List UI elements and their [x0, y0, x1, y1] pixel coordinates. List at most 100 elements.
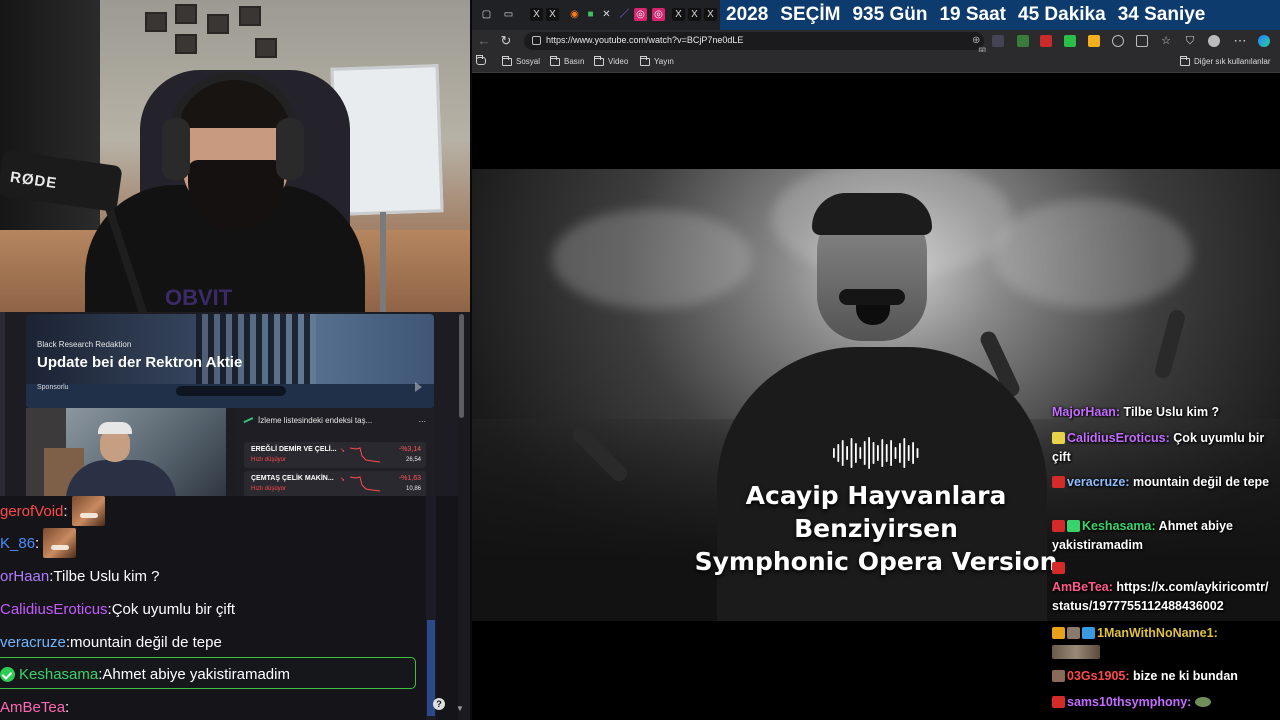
stock-name: EREĞLİ DEMİR VE ÇELİ... [251, 446, 337, 453]
chat-username[interactable]: K_86 [0, 535, 35, 552]
chat-badge-icon [1082, 627, 1095, 639]
shield-icon[interactable]: ⛉ [1182, 33, 1198, 49]
extension-icon-3[interactable] [1040, 35, 1052, 47]
scroll-down-icon[interactable]: ▼ [456, 704, 464, 713]
tab-favicon-green[interactable]: ■ [584, 8, 597, 21]
x-tab-icon[interactable]: X [688, 8, 701, 21]
chat-badge-icon [1052, 627, 1065, 639]
more-menu-icon[interactable]: ⋯ [1232, 33, 1248, 49]
chat-username[interactable]: veracruze [0, 634, 66, 651]
extensions-puzzle-icon[interactable] [1136, 35, 1148, 47]
overlay-chat-message: MajorHaan: Tilbe Uslu kim ? [1052, 403, 1274, 422]
webcam-feed: RØDE OBVIT [0, 0, 470, 312]
play-icon[interactable] [415, 382, 422, 392]
whiteboard-stand [380, 212, 386, 312]
refresh-ext-icon[interactable] [1112, 35, 1124, 47]
workspaces-icon[interactable]: ▢ [480, 8, 493, 21]
overlay-message-text: bize ne ki bundan [1133, 669, 1238, 683]
chat-username[interactable]: gerofVoid [0, 503, 63, 520]
overlay-message-text: Tilbe Uslu kim ? [1123, 405, 1220, 419]
extension-icon-5[interactable] [1088, 35, 1100, 47]
bookmark-basin[interactable]: Basın [550, 55, 584, 66]
chat-message: gerofVoid: [0, 496, 105, 526]
stock-name: ÇEMTAŞ ÇELİK MAKİN... [251, 475, 334, 482]
chat-text: Çok uyumlu bir çift [111, 600, 236, 618]
stock-change: -%1,63 [398, 475, 421, 482]
news-feed: Black Research Redaktion Update bei der … [0, 312, 458, 496]
countdown-hours: 19 Saat [939, 4, 1006, 25]
chat-badge-icon [1052, 432, 1065, 444]
chat-badge-icon [1052, 696, 1065, 708]
headphone-cup-left [162, 118, 190, 180]
stock-price: 10,86 [405, 486, 421, 492]
app-available-icon[interactable]: ⊕ [972, 35, 980, 46]
x-tab-icon[interactable]: X [672, 8, 685, 21]
reload-icon[interactable]: ↻ [498, 33, 514, 49]
watchlist-row[interactable]: ÇEMTAŞ ÇELİK MAKİN... Hızlı düşüyor ➘ -%1,6… [244, 471, 426, 496]
chat-badge-icon [1052, 562, 1065, 574]
sponsored-ad-card[interactable]: Black Research Redaktion Update bei der … [26, 314, 434, 408]
extension-icon-4[interactable] [1064, 35, 1076, 47]
overlay-username: 1ManWithNoName1: [1097, 626, 1218, 640]
profile-avatar[interactable] [1208, 35, 1220, 47]
chat-username[interactable]: CalidiusEroticus [0, 601, 108, 618]
overlay-emote [1194, 697, 1211, 707]
url-text[interactable]: https://www.youtube.com/watch?v=BCjP7ne0… [546, 35, 743, 45]
tab-favicon-feather[interactable]: ／ [618, 8, 631, 21]
favorites-icon[interactable]: ☆ [1158, 33, 1174, 49]
figure-mustache [839, 289, 905, 305]
countdown-minutes: 45 Dakika [1018, 4, 1106, 25]
chat-separator: : [65, 698, 70, 716]
help-icon[interactable]: ? [433, 698, 445, 710]
sidebar-toggle-icon[interactable] [476, 55, 486, 65]
tab-bar: ▢ ▭ XXXXX ◉ ■ ✕ ／ ◎ ◎ 2028 SEÇİM 935 Gün… [472, 0, 1280, 30]
instagram-icon[interactable]: ◎ [634, 8, 647, 21]
overlay-message-text: mountain değil de tepe [1133, 475, 1270, 489]
extension-icon-2[interactable] [1017, 35, 1029, 47]
chat-username[interactable]: AmBeTea [0, 699, 65, 716]
overlay-chat-message: sams10thsymphony: [1052, 693, 1274, 712]
chat-separator: : [63, 502, 68, 520]
tab-actions-icon[interactable]: ▭ [502, 8, 515, 21]
lock-icon[interactable] [532, 36, 541, 45]
watchlist-heading: İzleme listesindeki endeksi taş... [258, 416, 373, 425]
watchlist-row[interactable]: EREĞLİ DEMİR VE ÇELİ... Hızlı düşüyor ➘ -%3… [244, 442, 426, 468]
chat-text: Ahmet abiye yakistiramadim [102, 665, 290, 683]
chat-username[interactable]: orHaan [0, 568, 49, 585]
watchlist-widget[interactable]: İzleme listesindeki endeksi taş... ... E… [236, 408, 434, 496]
chat-badge-icon [1067, 627, 1080, 639]
back-icon[interactable]: ← [476, 33, 492, 49]
chat-message: orHaan: Tilbe Uslu kim ? [0, 561, 160, 591]
address-bar-row: ← ↻ https://www.youtube.com/watch?v=BCjP… [472, 30, 1280, 68]
copilot-icon[interactable] [1258, 35, 1270, 47]
x-tab-icon[interactable]: X [530, 8, 543, 21]
countdown-days: 935 Gün [852, 4, 928, 25]
bookmark-video[interactable]: Video [594, 55, 628, 66]
overlay-chat-message: Keshasama: Ahmet abiye yakistiramadim [1052, 517, 1274, 555]
news-thumbnail[interactable] [26, 408, 226, 496]
other-bookmarks[interactable]: Diğer sık kullanılanlar [1180, 55, 1270, 66]
countdown-label: SEÇİM [780, 4, 841, 25]
url-field[interactable]: https://www.youtube.com/watch?v=BCjP7ne0… [524, 32, 987, 68]
x-tab-icon[interactable]: X [546, 8, 559, 21]
bookmark-sosyal[interactable]: Sosyal [502, 55, 540, 66]
x-tab-icon[interactable]: X [704, 8, 717, 21]
verified-badge-icon [0, 666, 15, 682]
feed-scroll-thumb[interactable] [459, 314, 464, 418]
folder-icon [1180, 55, 1190, 66]
countdown-seconds: 34 Saniye [1117, 4, 1206, 25]
chat-username[interactable]: Keshasama [19, 666, 98, 683]
bookmark-yayin[interactable]: Yayın [640, 55, 674, 66]
stock-status: Hızlı düşüyor [251, 486, 287, 492]
more-options-icon[interactable]: ... [418, 414, 426, 424]
tab-favicon-circle[interactable]: ◉ [568, 8, 581, 21]
chat-badge-icon [1052, 476, 1065, 488]
chat-message: K_86: [0, 528, 77, 558]
wall-frames [145, 4, 285, 64]
folder-icon [502, 55, 512, 66]
ad-title[interactable]: Update bei der Rektron Aktie [37, 354, 242, 371]
close-tab-icon[interactable]: ✕ [600, 8, 613, 21]
chat-overlay: MajorHaan: Tilbe Uslu kim ? CalidiusEroti… [1052, 400, 1278, 720]
instagram-icon-2[interactable]: ◎ [652, 8, 665, 21]
extension-icon-1[interactable] [992, 35, 1004, 47]
